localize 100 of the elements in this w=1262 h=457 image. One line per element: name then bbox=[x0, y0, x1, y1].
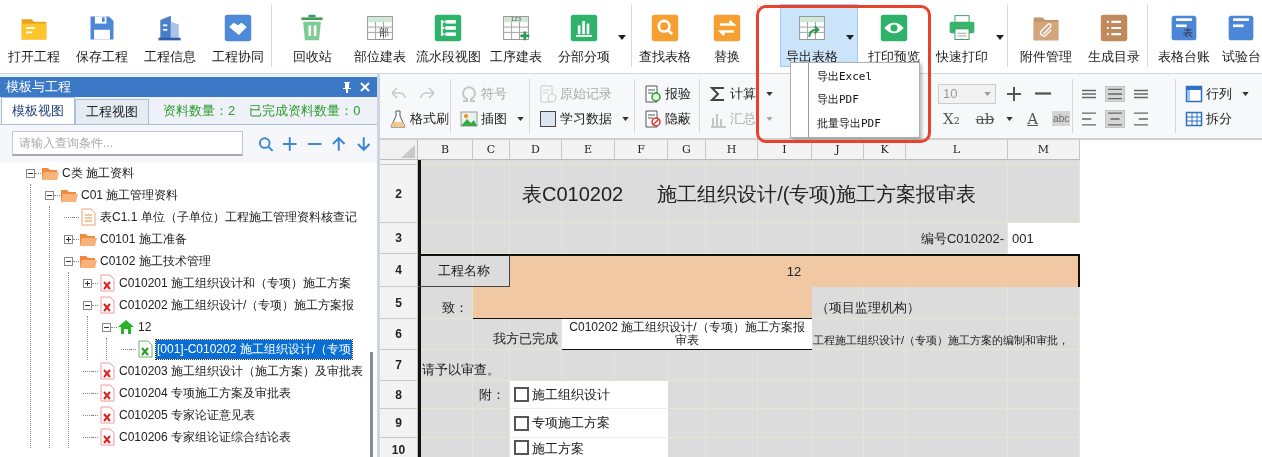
toolbar-button[interactable]: 学习数据 bbox=[536, 107, 632, 130]
pin-icon[interactable] bbox=[341, 81, 353, 93]
toolbar-button[interactable]: 回收站 bbox=[280, 4, 344, 67]
checkbox[interactable] bbox=[514, 387, 529, 402]
format-button[interactable]: ab bbox=[970, 107, 1017, 130]
toolbar-button[interactable]: 附件管理 bbox=[1014, 4, 1078, 67]
checkbox-label: 施工方案 bbox=[532, 440, 584, 457]
toolbar-button[interactable]: 报验 bbox=[641, 82, 694, 105]
align-button[interactable] bbox=[1105, 85, 1125, 102]
align-icon bbox=[1082, 88, 1096, 99]
column-header[interactable]: C bbox=[473, 140, 510, 160]
align-button[interactable] bbox=[1105, 109, 1125, 128]
recipient-field[interactable] bbox=[473, 287, 812, 319]
row-header[interactable]: 6 bbox=[380, 319, 418, 350]
menu-item[interactable]: 导出Excel bbox=[791, 67, 919, 87]
toolbar-button[interactable]: 快速打印 bbox=[930, 4, 1008, 67]
menu-item[interactable]: 批量导出PDF bbox=[791, 113, 919, 133]
view-tab[interactable]: 模板视图 bbox=[1, 97, 75, 124]
square-icon bbox=[539, 109, 557, 128]
view-tab[interactable]: 工程视图 bbox=[75, 99, 149, 124]
column-header[interactable]: F bbox=[615, 140, 668, 160]
tree-item[interactable]: C010204 专项施工方案及审批表 bbox=[118, 383, 293, 403]
hidden-document-icon bbox=[644, 109, 662, 128]
column-header[interactable]: M bbox=[1008, 140, 1080, 160]
row-header[interactable]: 8 bbox=[380, 381, 418, 409]
toolbar-button[interactable]: 打开工程 bbox=[2, 4, 66, 67]
format-button[interactable]: A bbox=[1022, 107, 1044, 130]
search-field[interactable]: 请输入查询条件... bbox=[12, 131, 243, 156]
column-header[interactable]: E bbox=[562, 140, 615, 160]
minus-button[interactable] bbox=[1032, 89, 1054, 98]
column-header[interactable]: D bbox=[510, 140, 562, 160]
tree-item[interactable]: C类 施工资料 bbox=[61, 163, 135, 183]
toolbar-button[interactable]: 部 部位建表 bbox=[348, 4, 412, 67]
column-header[interactable]: L bbox=[906, 140, 1008, 160]
collapse-icon[interactable] bbox=[64, 256, 73, 266]
menu-item[interactable]: 导出PDF bbox=[791, 90, 919, 110]
toolbar-button[interactable]: 流水段视图 bbox=[416, 4, 480, 67]
scrollbar-thumb[interactable] bbox=[370, 352, 373, 457]
form-icon bbox=[98, 384, 116, 402]
column-header[interactable]: H bbox=[706, 140, 758, 160]
toolbar-button[interactable]: 拆分 bbox=[1182, 107, 1235, 130]
collapse-icon[interactable] bbox=[26, 168, 35, 178]
toolbar-button[interactable]: 保存工程 bbox=[70, 4, 134, 67]
column-header[interactable]: B bbox=[418, 140, 473, 160]
tree-item[interactable]: C0101 施工准备 bbox=[99, 229, 188, 249]
tree-item[interactable]: C01 施工管理资料 bbox=[80, 185, 180, 205]
plus-icon bbox=[1005, 84, 1023, 103]
toolbar-button[interactable]: 行列 bbox=[1182, 82, 1252, 105]
toolbar-button[interactable]: 试验台 bbox=[1220, 4, 1262, 67]
row-header[interactable]: 7 bbox=[380, 350, 418, 381]
expand-icon[interactable] bbox=[64, 234, 73, 244]
tree-item[interactable]: C010201 施工组织设计和（专项）施工方案 bbox=[118, 273, 353, 293]
toolbar-button[interactable]: 替换 bbox=[698, 4, 756, 67]
row-header[interactable]: 5 bbox=[380, 287, 418, 319]
expand-icon[interactable] bbox=[83, 278, 92, 288]
search-icon[interactable] bbox=[257, 135, 274, 152]
toolbar-button[interactable]: 查找表格 bbox=[636, 4, 694, 67]
row-header[interactable]: 9 bbox=[380, 409, 418, 438]
toolbar-button[interactable]: 工程协同 bbox=[206, 4, 270, 67]
collapse-icon[interactable] bbox=[83, 300, 92, 310]
row-header[interactable]: 10 bbox=[380, 438, 418, 457]
plus-icon[interactable] bbox=[282, 135, 298, 152]
row-header[interactable]: 2 bbox=[380, 165, 418, 223]
column-header[interactable]: G bbox=[668, 140, 706, 160]
toolbar-button[interactable]: 隐蔽 bbox=[641, 107, 694, 130]
toolbar-button[interactable]: 表 表格台账 bbox=[1152, 4, 1216, 67]
tree-item[interactable]: C010203 施工组织设计（施工方案）及审批表 bbox=[118, 361, 365, 381]
toolbar-button[interactable]: 计算 bbox=[706, 82, 776, 105]
toolbar-button[interactable]: 插图 bbox=[457, 107, 527, 130]
field-label: 致： bbox=[441, 299, 469, 317]
align-icon bbox=[1082, 111, 1096, 126]
panel-title: 模板与工程 bbox=[6, 78, 72, 96]
caret-icon bbox=[622, 116, 629, 121]
align-button[interactable] bbox=[1079, 109, 1099, 128]
toolbar-button[interactable]: 分部分项 bbox=[552, 4, 630, 67]
checkbox[interactable] bbox=[514, 440, 529, 455]
collapse-icon[interactable] bbox=[45, 190, 54, 200]
toolbar-button[interactable]: 工程信息 bbox=[138, 4, 202, 67]
form-icon bbox=[98, 428, 116, 446]
tree-item[interactable]: C010206 专家组论证综合结论表 bbox=[118, 427, 293, 447]
tree-item[interactable]: 12 bbox=[137, 319, 153, 335]
close-icon[interactable] bbox=[359, 81, 371, 93]
up-arrow-icon[interactable] bbox=[331, 135, 347, 152]
tree-item[interactable]: 表C1.1 单位（子单位）工程施工管理资料核查记 bbox=[99, 207, 358, 227]
form-text: 请予以审查。 bbox=[421, 361, 501, 379]
tree-item[interactable]: [001]-C010202 施工组织设计/（专项 bbox=[156, 339, 353, 359]
collapse-icon[interactable] bbox=[102, 322, 111, 332]
down-arrow-icon[interactable] bbox=[355, 135, 371, 152]
align-button[interactable] bbox=[1131, 109, 1151, 128]
tree-item[interactable]: C010205 专家论证意见表 bbox=[118, 405, 257, 425]
row-header[interactable]: 4 bbox=[380, 254, 418, 287]
tree-item[interactable]: C0102 施工技术管理 bbox=[99, 251, 212, 271]
toolbar-button[interactable]: 格式刷 bbox=[386, 107, 452, 130]
row-header[interactable]: 3 bbox=[380, 223, 418, 254]
checkbox[interactable] bbox=[514, 415, 529, 431]
toolbar-button[interactable]: 生成目录 bbox=[1082, 4, 1146, 67]
format-button[interactable]: X₂ bbox=[938, 107, 965, 130]
clock-document-icon bbox=[539, 84, 557, 103]
tree-item[interactable]: C010202 施工组织设计/（专项）施工方案报 bbox=[118, 295, 356, 315]
field-label: （项目监理机构） bbox=[815, 299, 921, 317]
